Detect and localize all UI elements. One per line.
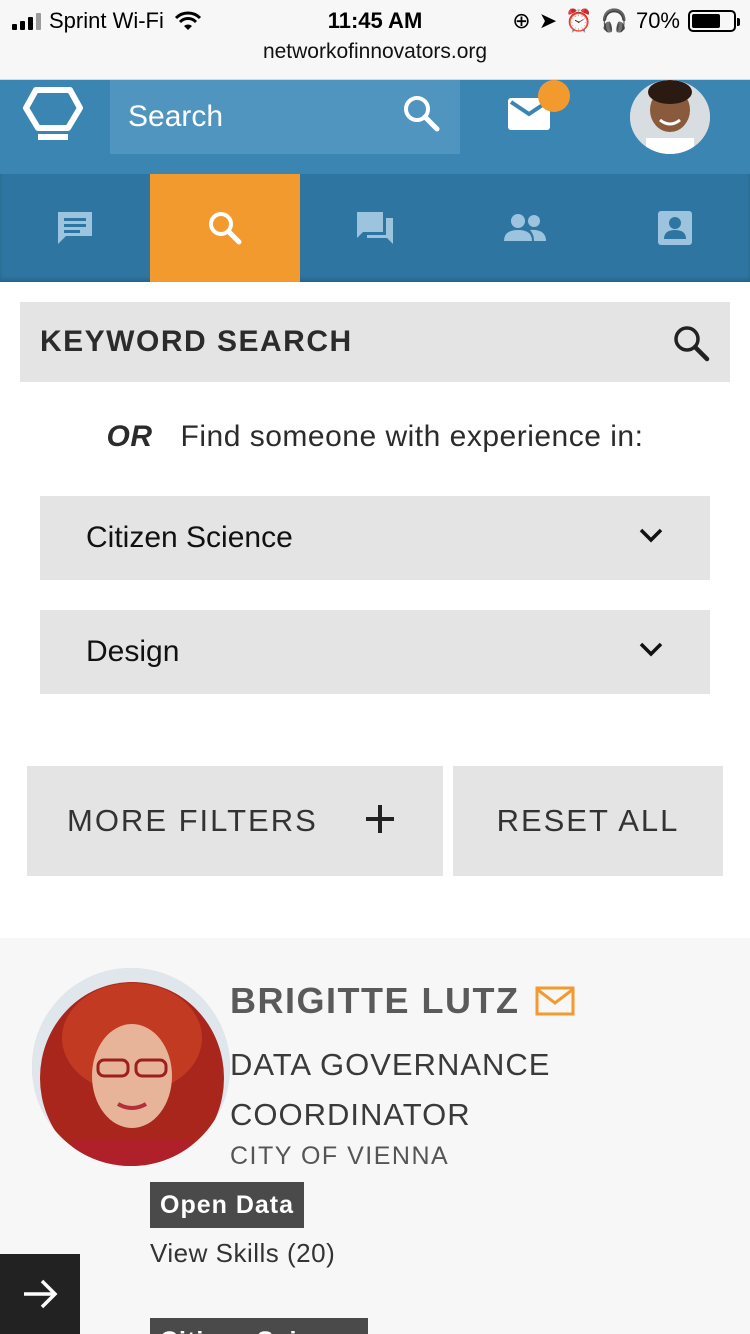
tab-search[interactable]: [150, 174, 300, 282]
person-name-row: BRIGITTE LUTZ: [230, 980, 575, 1022]
envelope-icon[interactable]: [535, 986, 575, 1016]
alarm-icon: ⏰: [565, 8, 593, 33]
plus-icon: [366, 805, 394, 833]
comment-icon: [58, 212, 92, 244]
status-bar: Sprint Wi-Fi 11:45 AM ⊕ ➤ ⏰ 🎧 70% networ…: [0, 0, 750, 80]
avatar-image: [630, 80, 710, 154]
chevron-down-icon: [639, 528, 663, 543]
forum-icon: [357, 212, 393, 244]
reset-all-label: RESET ALL: [496, 803, 680, 838]
chevron-down-icon: [639, 642, 663, 657]
people-icon: [504, 214, 546, 241]
experience-select-2[interactable]: Design: [40, 610, 710, 694]
more-filters-button[interactable]: MORE FILTERS: [27, 766, 443, 876]
status-icons: ⊕ ➤ ⏰ 🎧 70%: [512, 8, 740, 34]
view-skills-link[interactable]: View Skills (20): [150, 1238, 335, 1269]
header-search-input[interactable]: [128, 100, 398, 134]
person-result-card: BRIGITTE LUTZ DATA GOVERNANCE COORDINATO…: [0, 938, 750, 1334]
user-avatar[interactable]: [630, 80, 710, 154]
more-filters-label: MORE FILTERS: [67, 803, 318, 838]
tab-people[interactable]: [450, 174, 600, 282]
tab-posts[interactable]: [0, 174, 150, 282]
experience-select-1-value: Citizen Science: [86, 521, 293, 554]
contact-card-icon: [658, 211, 692, 245]
experience-select-1[interactable]: Citizen Science: [40, 496, 710, 580]
next-button[interactable]: [0, 1254, 80, 1334]
tab-discussions[interactable]: [300, 174, 450, 282]
search-icon: [209, 212, 242, 245]
battery-icon: [688, 10, 740, 32]
main-tab-bar: [0, 174, 750, 282]
experience-select-2-value: Design: [86, 635, 180, 668]
headphones-icon: 🎧: [600, 8, 628, 33]
experience-prompt: OR Find someone with experience in:: [0, 420, 750, 454]
location-icon: ➤: [538, 8, 558, 33]
search-icon[interactable]: [402, 94, 440, 132]
notification-dot: [538, 80, 570, 112]
battery-percent: 70%: [635, 8, 680, 33]
app-header: [0, 80, 750, 174]
site-logo-icon[interactable]: [22, 84, 84, 148]
person-photo-image: [32, 968, 230, 1166]
experience-prompt-text: Find someone with experience in:: [180, 420, 644, 453]
keyword-search-label: KEYWORD SEARCH: [40, 325, 353, 358]
messages-button[interactable]: [508, 80, 570, 135]
header-search[interactable]: [110, 80, 460, 154]
person-job-title: DATA GOVERNANCE COORDINATOR: [230, 1047, 551, 1132]
skill-tag[interactable]: Citizen Science: [150, 1318, 369, 1334]
tab-profile[interactable]: [600, 174, 750, 282]
person-organization: CITY OF VIENNA: [230, 1142, 450, 1170]
skill-tag[interactable]: Open Data: [150, 1182, 305, 1228]
reset-all-button[interactable]: RESET ALL: [453, 766, 723, 876]
arrow-right-icon: [24, 1279, 58, 1309]
keyword-search-bar[interactable]: KEYWORD SEARCH: [20, 302, 730, 382]
or-label: OR: [106, 420, 153, 453]
orientation-lock-icon: ⊕: [512, 8, 531, 33]
search-icon[interactable]: [672, 324, 710, 362]
address-bar-url[interactable]: networkofinnovators.org: [0, 40, 750, 64]
person-photo[interactable]: [32, 968, 230, 1166]
person-name[interactable]: BRIGITTE LUTZ: [230, 980, 519, 1022]
